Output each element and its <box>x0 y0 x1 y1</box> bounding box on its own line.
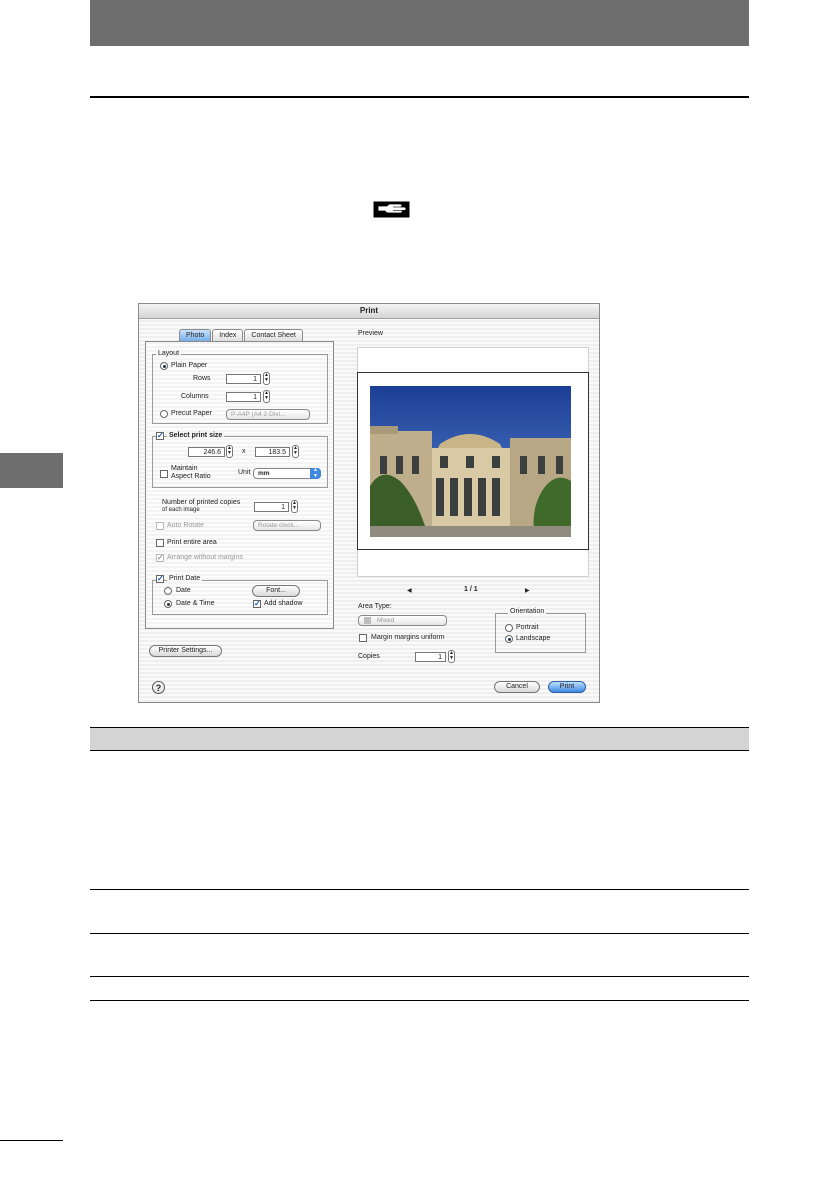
print-button[interactable]: Print <box>548 681 586 693</box>
rows-label: Rows <box>193 375 211 382</box>
copies-field[interactable]: 1 <box>415 652 446 662</box>
building-photo <box>370 386 571 537</box>
maintain-aspect-checkbox[interactable] <box>160 470 168 478</box>
date-time-radio[interactable] <box>164 600 172 608</box>
unit-label: Unit <box>238 469 251 476</box>
rows-field[interactable]: 1 <box>226 374 261 384</box>
dimension-times-sign: x <box>242 448 246 455</box>
print-width-field[interactable]: 246.6 <box>188 447 225 457</box>
print-size-group <box>152 436 328 488</box>
select-print-size-checkbox[interactable]: ✓ <box>156 432 164 440</box>
next-page-arrow[interactable]: ▶ <box>525 587 530 594</box>
precut-paper-radio[interactable] <box>160 410 168 418</box>
plain-paper-radio[interactable] <box>160 362 168 370</box>
area-type-swatch-icon <box>364 617 371 624</box>
print-height-field[interactable]: 183.5 <box>255 447 290 457</box>
precut-paper-label: Precut Paper <box>171 410 212 417</box>
preview-sheet <box>357 372 589 550</box>
chapter-side-tab <box>0 453 63 488</box>
pointing-hand-icon <box>373 201 410 218</box>
rows-stepper[interactable]: ▲ ▼ <box>263 372 270 385</box>
date-time-label: Date & Time <box>176 600 215 607</box>
photo-settings-panel: Layout Plain Paper Rows 1 ▲ ▼ Columns 1 ▲… <box>145 341 334 629</box>
precut-paper-popup[interactable]: P-A4P (A4 2-Divi... <box>226 409 310 420</box>
previous-page-arrow[interactable]: ◀ <box>407 587 412 594</box>
dialog-title: Print <box>139 304 599 319</box>
area-type-popup[interactable]: Mixed <box>358 615 447 626</box>
cancel-button[interactable]: Cancel <box>494 681 540 693</box>
table-row-divider <box>90 889 749 890</box>
print-entire-area-label: Print entire area <box>167 539 217 546</box>
margin-uniform-checkbox[interactable] <box>359 634 367 642</box>
chapter-header-bar <box>90 0 749 46</box>
margin-uniform-label: Margin margins uniform <box>371 634 445 641</box>
preview-label: Preview <box>358 330 383 337</box>
auto-rotate-label: Auto Rotate <box>167 522 204 529</box>
date-label: Date <box>176 587 191 594</box>
table-header-row <box>90 727 749 751</box>
area-type-label: Area Type: <box>358 603 392 610</box>
columns-stepper[interactable]: ▲ ▼ <box>263 390 270 403</box>
portrait-radio[interactable] <box>505 624 513 632</box>
table-bottom-rule <box>90 1000 749 1001</box>
print-dialog: Print Photo Index Contact Sheet Preview … <box>138 303 600 703</box>
print-date-checkbox[interactable]: ✓ <box>156 575 164 583</box>
tab-bar: Photo Index Contact Sheet <box>179 329 304 343</box>
arrange-without-margins-checkbox[interactable]: ✓ <box>156 554 164 562</box>
print-width-stepper[interactable]: ▲ ▼ <box>226 445 233 458</box>
table-row-divider <box>90 933 749 934</box>
orientation-group <box>495 613 586 653</box>
header-rule <box>90 96 749 98</box>
page-number-line <box>0 1140 63 1141</box>
add-shadow-label: Add shadow <box>264 600 303 607</box>
add-shadow-checkbox[interactable]: ✓ <box>253 600 261 608</box>
copies-each-field[interactable]: 1 <box>254 502 289 512</box>
help-icon[interactable]: ? <box>152 681 165 694</box>
page-indicator: 1 / 1 <box>464 586 478 593</box>
print-entire-area-checkbox[interactable] <box>156 539 164 547</box>
landscape-label: Landscape <box>516 635 551 642</box>
copies-each-label-2: of each image <box>162 507 200 513</box>
select-print-size-label: Select print size <box>167 432 225 439</box>
maintain-aspect-label-1: Maintain <box>171 465 198 472</box>
copies-each-label-1: Number of printed copies <box>162 499 241 506</box>
table-row-divider <box>90 976 749 977</box>
font-button[interactable]: Font... <box>252 585 300 597</box>
copies-label: Copies <box>358 653 380 660</box>
unit-popup-arrows-icon[interactable]: ▲ ▼ <box>310 467 321 479</box>
layout-legend: Layout <box>156 350 182 357</box>
print-height-stepper[interactable]: ▲ ▼ <box>292 445 299 458</box>
columns-label: Columns <box>181 393 209 400</box>
orientation-legend: Orientation <box>508 608 547 615</box>
copies-each-stepper[interactable]: ▲ ▼ <box>291 500 298 513</box>
rotate-direction-popup[interactable]: Rotate clock... <box>253 520 321 531</box>
auto-rotate-checkbox[interactable] <box>156 522 164 530</box>
landscape-radio[interactable] <box>505 635 513 643</box>
print-date-legend: Print Date <box>167 575 203 582</box>
date-radio[interactable] <box>164 587 172 595</box>
arrange-without-margins-label: Arrange without margins <box>167 554 243 561</box>
plain-paper-label: Plain Paper <box>171 362 208 369</box>
print-date-group <box>152 580 328 615</box>
maintain-aspect-label-2: Aspect Ratio <box>171 473 211 480</box>
printer-settings-button[interactable]: Printer Settings... <box>149 645 222 657</box>
copies-stepper[interactable]: ▲ ▼ <box>448 650 455 663</box>
portrait-label: Portrait <box>516 624 539 631</box>
columns-field[interactable]: 1 <box>226 392 261 402</box>
